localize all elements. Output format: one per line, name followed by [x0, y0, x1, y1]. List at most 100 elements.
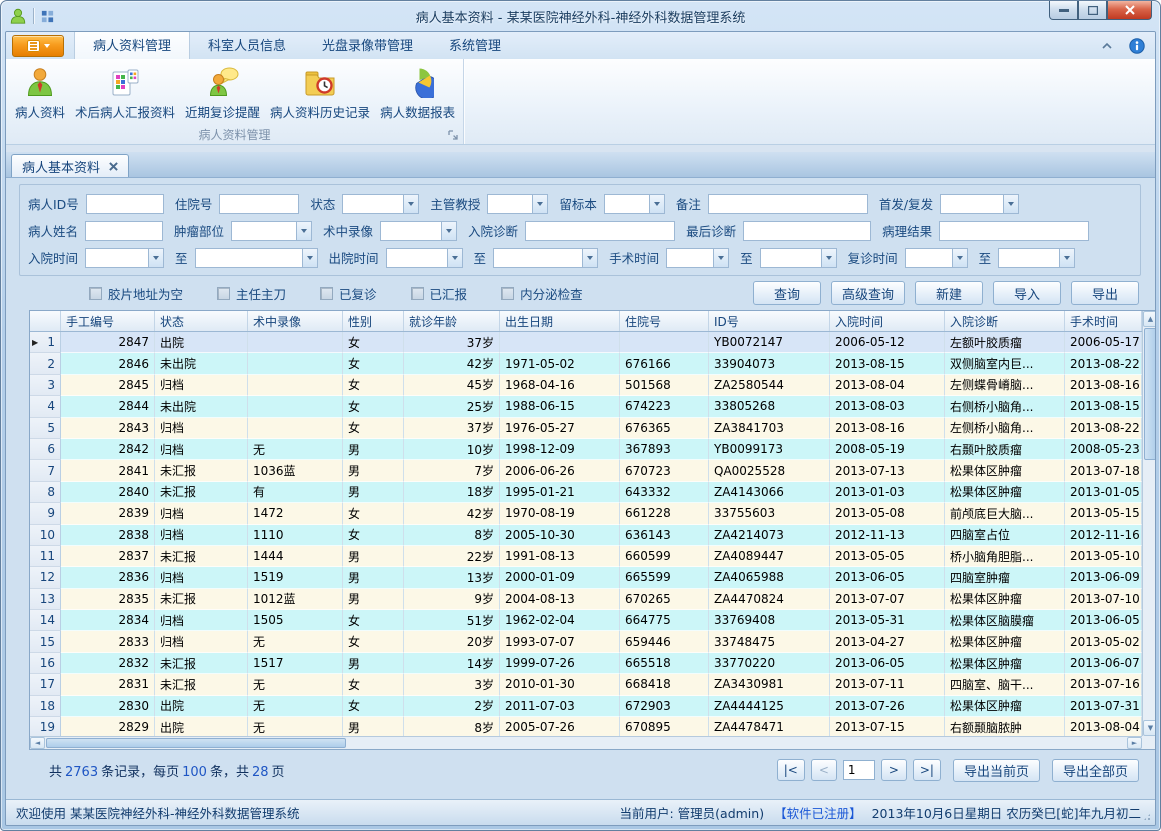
table-cell[interactable]: 2013-07-31 — [1065, 696, 1142, 717]
next-page-button[interactable]: > — [881, 759, 907, 781]
table-cell[interactable]: 1971-05-02 — [500, 353, 620, 374]
table-cell[interactable]: 松果体区脑膜瘤 — [945, 610, 1065, 631]
resize-grip[interactable] — [1142, 812, 1152, 822]
table-cell[interactable]: ZA4444125 — [709, 696, 830, 717]
filter-combobox[interactable] — [380, 221, 457, 241]
table-cell[interactable]: 男 — [343, 439, 404, 460]
table-cell[interactable]: 676166 — [620, 353, 709, 374]
chevron-down-icon[interactable] — [441, 222, 456, 240]
table-cell[interactable]: 1110 — [248, 525, 343, 546]
table-cell[interactable]: 670723 — [620, 460, 709, 481]
window-layout-icon[interactable] — [40, 9, 55, 24]
table-cell[interactable]: 2013-08-04 — [830, 375, 945, 396]
chevron-down-icon[interactable] — [1059, 249, 1074, 267]
column-header[interactable]: 出生日期 — [500, 311, 620, 331]
table-cell[interactable]: 女 — [343, 610, 404, 631]
table-cell[interactable]: 松果体区肿瘤 — [945, 482, 1065, 503]
table-cell[interactable]: 2013-08-04 — [1065, 717, 1142, 736]
table-cell[interactable]: ZA2580544 — [709, 375, 830, 396]
table-cell[interactable]: QA0025528 — [709, 460, 830, 481]
table-cell[interactable]: 前颅底巨大脑... — [945, 503, 1065, 524]
table-cell[interactable]: 2012-11-16 — [1065, 525, 1142, 546]
table-row[interactable]: 182830出院无女2岁2011-07-03672903ZA4444125201… — [30, 696, 1142, 717]
table-cell[interactable]: 无 — [248, 439, 343, 460]
table-cell[interactable]: ZA4143066 — [709, 482, 830, 503]
table-cell[interactable]: 1012蓝 — [248, 589, 343, 610]
table-cell[interactable]: 未出院 — [155, 353, 248, 374]
table-cell[interactable]: 2013-07-07 — [830, 589, 945, 610]
table-cell[interactable]: 2008-05-19 — [830, 439, 945, 460]
table-row[interactable]: 112837未汇报1444男22岁1991-08-13660599ZA40894… — [30, 546, 1142, 567]
table-cell[interactable]: 42岁 — [404, 503, 500, 524]
scroll-down-icon[interactable]: ▼ — [1143, 720, 1155, 736]
table-cell[interactable]: 女 — [343, 396, 404, 417]
table-cell[interactable]: 2000-01-09 — [500, 567, 620, 588]
table-cell[interactable]: 双侧脑室内巨... — [945, 353, 1065, 374]
collapse-ribbon-icon[interactable] — [1101, 42, 1113, 50]
table-row[interactable]: 32845归档女45岁1968-04-16501568ZA25805442013… — [30, 375, 1142, 396]
table-cell[interactable]: 2829 — [61, 717, 155, 736]
table-cell[interactable]: 2012-11-13 — [830, 525, 945, 546]
table-cell[interactable]: 2013-08-16 — [830, 418, 945, 439]
ribbon-button[interactable]: 病人资料历史记录 — [265, 62, 375, 123]
maximize-button[interactable] — [1078, 1, 1107, 20]
table-cell[interactable] — [248, 396, 343, 417]
table-cell[interactable]: 1968-04-16 — [500, 375, 620, 396]
table-cell[interactable]: 四脑室肿瘤 — [945, 567, 1065, 588]
filter-input[interactable] — [743, 221, 871, 241]
table-cell[interactable]: 2013-05-15 — [1065, 503, 1142, 524]
table-cell[interactable]: 2013-06-09 — [1065, 567, 1142, 588]
table-cell[interactable]: 2846 — [61, 353, 155, 374]
table-cell[interactable]: 女 — [343, 525, 404, 546]
table-cell[interactable]: 归档 — [155, 525, 248, 546]
table-cell[interactable]: 8岁 — [404, 717, 500, 736]
table-cell[interactable]: 右侧桥小脑角... — [945, 396, 1065, 417]
table-cell[interactable]: 2835 — [61, 589, 155, 610]
table-cell[interactable]: 女 — [343, 418, 404, 439]
ribbon-button[interactable]: 病人数据报表 — [375, 62, 460, 123]
filter-combobox[interactable] — [386, 248, 463, 268]
table-cell[interactable]: 665518 — [620, 653, 709, 674]
scroll-up-icon[interactable]: ▲ — [1143, 311, 1155, 327]
table-cell[interactable]: 14岁 — [404, 653, 500, 674]
registered-link[interactable]: 【软件已注册】 — [774, 803, 862, 822]
table-cell[interactable]: 676365 — [620, 418, 709, 439]
table-cell[interactable]: 男 — [343, 546, 404, 567]
table-cell[interactable] — [248, 418, 343, 439]
column-header[interactable]: ID号 — [709, 311, 830, 331]
column-header[interactable]: 手工编号 — [61, 311, 155, 331]
scroll-right-icon[interactable]: ► — [1127, 737, 1142, 749]
close-tab-icon[interactable] — [109, 162, 118, 171]
table-cell[interactable]: 2011-07-03 — [500, 696, 620, 717]
table-cell[interactable] — [248, 375, 343, 396]
table-cell[interactable]: 2839 — [61, 503, 155, 524]
chevron-down-icon[interactable] — [403, 195, 418, 213]
column-header[interactable]: 入院时间 — [830, 311, 945, 331]
table-cell[interactable]: 1519 — [248, 567, 343, 588]
table-cell[interactable]: 出院 — [155, 717, 248, 736]
table-cell[interactable]: YB0099173 — [709, 439, 830, 460]
table-cell[interactable]: 归档 — [155, 375, 248, 396]
table-cell[interactable]: 未汇报 — [155, 653, 248, 674]
table-cell[interactable]: 无 — [248, 696, 343, 717]
table-cell[interactable]: 松果体区肿瘤 — [945, 589, 1065, 610]
table-cell[interactable]: 2831 — [61, 674, 155, 695]
filter-checkbox[interactable]: 已汇报 — [411, 284, 468, 303]
chevron-down-icon[interactable] — [302, 249, 317, 267]
table-cell[interactable]: 女 — [343, 696, 404, 717]
table-cell[interactable]: 1970-08-19 — [500, 503, 620, 524]
table-cell[interactable]: 女 — [343, 332, 404, 353]
filter-combobox[interactable] — [85, 248, 164, 268]
table-cell[interactable]: 660599 — [620, 546, 709, 567]
table-cell[interactable]: 左侧蝶骨嵴脑... — [945, 375, 1065, 396]
table-cell[interactable]: 归档 — [155, 439, 248, 460]
table-cell[interactable]: 51岁 — [404, 610, 500, 631]
table-cell[interactable]: 22岁 — [404, 546, 500, 567]
filter-combobox[interactable] — [493, 248, 598, 268]
table-row[interactable]: 22846未出院女42岁1971-05-02676166339040732013… — [30, 353, 1142, 374]
page-number-input[interactable] — [843, 760, 875, 780]
table-cell[interactable]: 出院 — [155, 696, 248, 717]
table-cell[interactable]: 33805268 — [709, 396, 830, 417]
chevron-down-icon[interactable] — [296, 222, 311, 240]
table-cell[interactable]: 2847 — [61, 332, 155, 353]
